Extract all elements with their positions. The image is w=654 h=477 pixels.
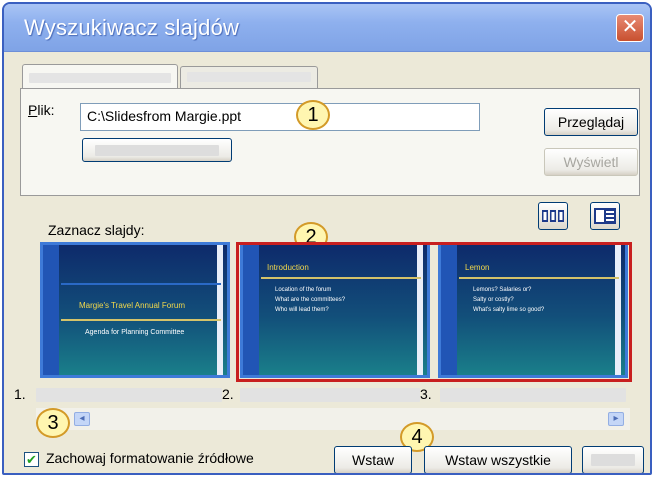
slide-number-3: 3. [420, 386, 432, 402]
scroll-left-icon[interactable]: ◂ [74, 412, 90, 426]
callout-1: 1 [296, 100, 330, 130]
close-dialog-button[interactable] [582, 446, 644, 473]
slide-3-name-placeholder [440, 388, 626, 402]
list-view-icon [594, 208, 616, 224]
slide-number-1: 1. [14, 386, 26, 402]
slide-finder-dialog: Wyszukiwacz slajdów ✕ Plik: C:\Slidesfro… [2, 2, 652, 475]
file-path-input[interactable]: C:\Slidesfrom Margie.ppt [80, 103, 480, 131]
blank-button-label-placeholder [95, 145, 219, 156]
close-dialog-label-placeholder [591, 454, 635, 466]
tab-2-label-placeholder [187, 72, 311, 82]
blank-button[interactable] [82, 138, 232, 162]
file-label: Plik: [28, 102, 55, 118]
tab-1-label-placeholder [29, 73, 171, 83]
slide-1-title: Margie's Travel Annual Forum [79, 301, 186, 310]
slide-1-subtitle: Agenda for Planning Committee [85, 329, 185, 336]
thumbnail-view-button[interactable] [538, 202, 568, 230]
slide-1-left-band [43, 245, 59, 375]
tab-2[interactable] [180, 66, 318, 88]
slide-number-2: 2. [222, 386, 234, 402]
slide-1-rule [61, 319, 221, 321]
show-button[interactable]: Wyświetl [544, 148, 638, 176]
slide-2-name-placeholder [240, 388, 420, 402]
slide-1-top-stripe [61, 283, 221, 285]
select-slides-label: Zaznacz slajdy: [48, 222, 145, 238]
tab-1[interactable] [22, 64, 178, 90]
slide-1-right-band [217, 245, 223, 375]
slide-thumbnail-1[interactable]: Margie's Travel Annual Forum Agenda for … [40, 242, 230, 378]
keep-formatting-label[interactable]: Zachowaj formatowanie źródłowe [46, 450, 254, 466]
insert-button[interactable]: Wstaw [334, 446, 412, 473]
slide-1-name-placeholder [36, 388, 222, 402]
thumbnail-view-icon [542, 210, 564, 222]
keep-formatting-checkbox[interactable]: ✔ [24, 452, 39, 467]
scroll-right-icon[interactable]: ▸ [608, 412, 624, 426]
selected-slides-highlight [236, 242, 632, 382]
insert-all-button[interactable]: Wstaw wszystkie [424, 446, 572, 473]
close-button[interactable]: ✕ [616, 14, 644, 42]
horizontal-scrollbar[interactable]: ◂ ▸ [36, 408, 630, 430]
title-bar[interactable]: Wyszukiwacz slajdów ✕ [4, 4, 650, 52]
callout-3: 3 [36, 408, 70, 438]
browse-button[interactable]: Przeglądaj [544, 108, 638, 136]
list-view-button[interactable] [590, 202, 620, 230]
window-title: Wyszukiwacz slajdów [24, 15, 240, 40]
